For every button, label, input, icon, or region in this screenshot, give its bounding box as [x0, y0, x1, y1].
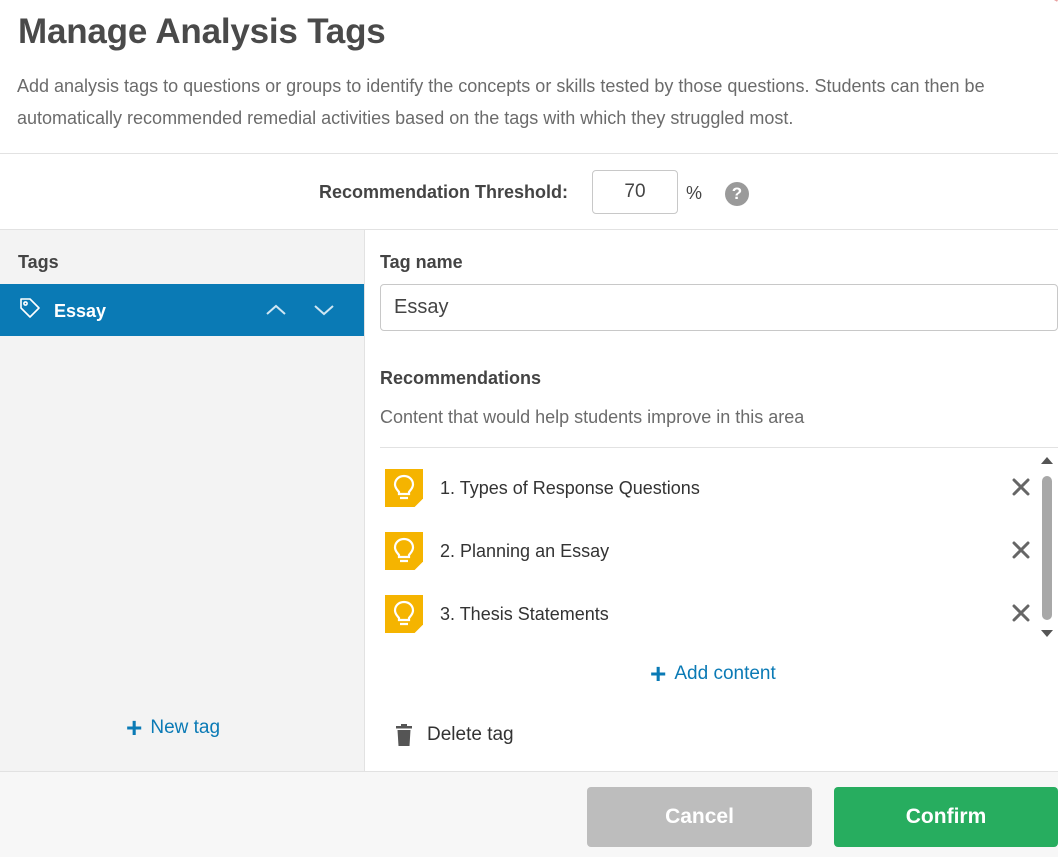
threshold-unit: %: [686, 183, 703, 203]
dialog-footer: Cancel Confirm: [0, 771, 1058, 857]
lightbulb-icon: [385, 469, 423, 507]
scroll-up-arrow[interactable]: [1039, 454, 1055, 466]
tag-detail-panel: Tag name Recommendations Content that wo…: [365, 230, 1058, 771]
chevron-up-icon[interactable]: [264, 299, 288, 321]
question-circle-icon[interactable]: ?: [725, 182, 749, 206]
scroll-down-arrow[interactable]: [1039, 628, 1055, 640]
delete-tag-button[interactable]: Delete tag: [395, 724, 514, 746]
scrollbar-thumb[interactable]: [1042, 476, 1052, 620]
recommendations-subtitle: Content that would help students improve…: [380, 407, 805, 427]
plus-icon: +: [650, 658, 667, 689]
tag-name-input[interactable]: [380, 284, 1058, 331]
trash-icon: [396, 724, 412, 746]
close-icon[interactable]: [1008, 537, 1034, 563]
add-content-label: Add content: [674, 663, 776, 684]
delete-tag-label: Delete tag: [427, 724, 514, 745]
page-title: Manage Analysis Tags: [18, 12, 386, 51]
add-content-button[interactable]: + Add content: [650, 658, 776, 689]
recommendation-label: 2. Planning an Essay: [440, 541, 610, 561]
tag-icon: [20, 298, 40, 318]
cancel-button[interactable]: Cancel: [587, 787, 812, 847]
tag-name-label: Tag name: [380, 252, 463, 272]
chevron-down-icon[interactable]: [312, 299, 336, 321]
dialog-header: Manage Analysis Tags Add analysis tags t…: [0, 0, 1058, 154]
sidebar-heading: Tags: [18, 252, 59, 272]
tags-sidebar: Tags Essay + New tag: [0, 230, 365, 771]
plus-icon: +: [126, 712, 143, 743]
recommendation-label: 3. Thesis Statements: [440, 604, 609, 624]
new-tag-button[interactable]: + New tag: [126, 712, 221, 743]
list-item[interactable]: 3. Thesis Statements: [380, 589, 1030, 639]
lightbulb-icon: [385, 595, 423, 633]
recommendations-list: 1. Types of Response Questions 2. Planni…: [380, 447, 1058, 645]
threshold-label: Recommendation Threshold:: [319, 182, 569, 202]
list-item[interactable]: 2. Planning an Essay: [380, 526, 1030, 576]
recommendations-label: Recommendations: [380, 368, 542, 388]
threshold-input[interactable]: [592, 170, 678, 214]
recommendation-label: 1. Types of Response Questions: [440, 478, 700, 498]
list-item[interactable]: 1. Types of Response Questions: [380, 463, 1030, 513]
sidebar-item-essay[interactable]: Essay: [0, 284, 364, 336]
page-description: Add analysis tags to questions or groups…: [17, 76, 985, 128]
confirm-button[interactable]: Confirm: [834, 787, 1058, 847]
new-tag-label: New tag: [150, 717, 221, 738]
close-icon[interactable]: [1008, 600, 1034, 626]
sidebar-item-label: Essay: [54, 301, 107, 321]
lightbulb-icon: [385, 532, 423, 570]
close-icon[interactable]: [1008, 474, 1034, 500]
threshold-row: Recommendation Threshold: % ?: [0, 154, 1058, 230]
